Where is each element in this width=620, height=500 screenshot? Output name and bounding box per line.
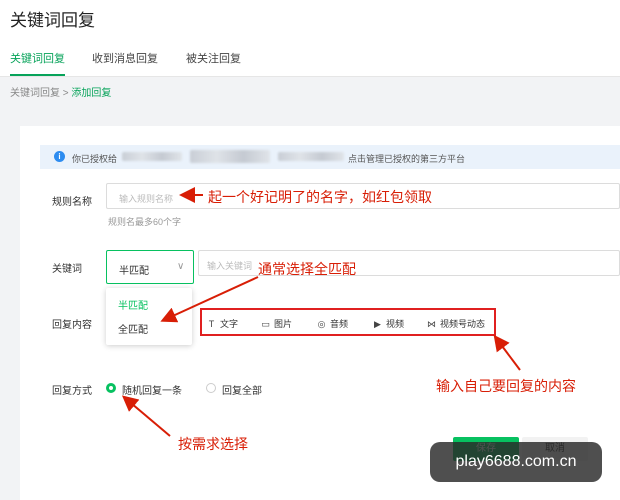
arrow-to-full-match <box>160 276 259 323</box>
annotation-mode-tip: 按需求选择 <box>178 436 248 452</box>
annotation-name-tip: 起一个好记明了的名字，如红包领取 <box>208 189 432 205</box>
watermark: play6688.com.cn <box>430 442 602 482</box>
arrow-to-random-reply <box>121 395 171 437</box>
annotation-content-tip: 输入自己要回复的内容 <box>436 378 576 394</box>
annotation-arrows <box>121 187 521 437</box>
arrow-to-reply-types <box>493 334 521 371</box>
annotation-match-tip: 通常选择全匹配 <box>258 261 356 277</box>
